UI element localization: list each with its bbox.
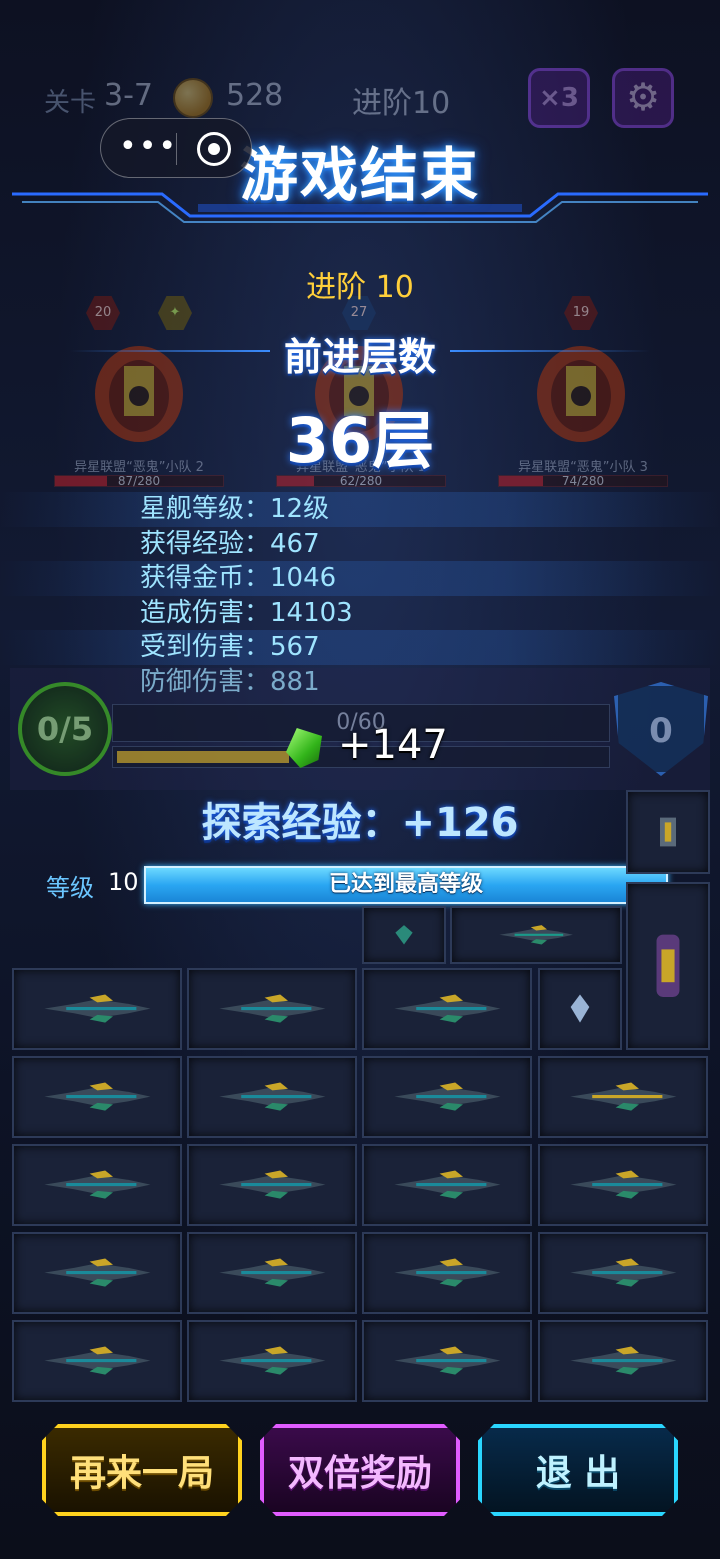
inventory-slot[interactable]	[362, 1056, 532, 1138]
coin-icon	[173, 78, 213, 118]
inventory-slot[interactable]	[538, 1232, 708, 1314]
inventory-slot[interactable]	[187, 968, 357, 1050]
explore-exp: 探索经验：+126	[201, 800, 519, 846]
advance-label: 进阶 10	[306, 270, 414, 305]
inventory-slot[interactable]	[362, 1232, 532, 1314]
inventory-slot[interactable]	[187, 1232, 357, 1314]
inventory-slot[interactable]	[12, 968, 182, 1050]
stat-row: 星舰等级：12级	[0, 492, 720, 527]
advance-level: 进阶10	[352, 86, 451, 121]
inventory-slot[interactable]	[12, 1056, 182, 1138]
inventory-slot[interactable]	[187, 1144, 357, 1226]
energy-counter: 0/5	[18, 682, 112, 776]
inventory-slot[interactable]	[12, 1232, 182, 1314]
stage-value: 3-7	[104, 78, 153, 113]
inventory-slot[interactable]	[362, 1144, 532, 1226]
stat-row: 造成伤害：14103	[140, 597, 353, 628]
inventory-slot[interactable]	[538, 1320, 708, 1402]
floors-value: 36层	[285, 404, 435, 477]
stat-row: 获得经验：467	[140, 528, 320, 559]
speed-button[interactable]: ×3	[528, 68, 590, 128]
exit-button[interactable]: 退 出	[478, 1424, 678, 1516]
inventory-slot[interactable]	[538, 1144, 708, 1226]
level-value: 10	[108, 868, 139, 896]
stage-label: 关卡	[44, 88, 97, 118]
capsule-divider	[176, 133, 177, 165]
inventory-slot[interactable]	[362, 906, 446, 964]
close-target-icon[interactable]	[197, 132, 231, 166]
inventory-slot[interactable]	[538, 1056, 708, 1138]
inventory-slot[interactable]	[450, 906, 622, 964]
level-label: 等级	[46, 874, 94, 902]
stat-row: 获得金币：1046	[0, 561, 720, 596]
inventory-slot[interactable]	[12, 1144, 182, 1226]
inventory-slot[interactable]	[626, 882, 710, 1050]
coin-count: 528	[226, 78, 284, 113]
double-reward-button[interactable]: 双倍奖励	[260, 1424, 460, 1516]
floors-label: 前进层数	[283, 335, 436, 379]
mini-program-capsule[interactable]: •••	[100, 118, 252, 178]
inventory-slot[interactable]	[187, 1056, 357, 1138]
gear-icon[interactable]: ⚙	[612, 68, 674, 128]
gem-gain: +147	[338, 722, 448, 768]
inventory-slot[interactable]	[626, 790, 710, 874]
play-again-button[interactable]: 再来一局	[42, 1424, 242, 1516]
top-hud: 关卡 3-7 528 进阶10 ×3 ⚙	[0, 62, 720, 134]
more-icon[interactable]: •••	[119, 127, 178, 167]
inventory-slot[interactable]	[362, 968, 532, 1050]
inventory-slot[interactable]	[187, 1320, 357, 1402]
inventory-slot[interactable]	[362, 1320, 532, 1402]
stat-row: 受到伤害：567	[0, 630, 720, 665]
inventory-slot[interactable]	[538, 968, 622, 1050]
level-progress-bar: 已达到最高等级	[144, 866, 668, 904]
inventory-slot[interactable]	[12, 1320, 182, 1402]
